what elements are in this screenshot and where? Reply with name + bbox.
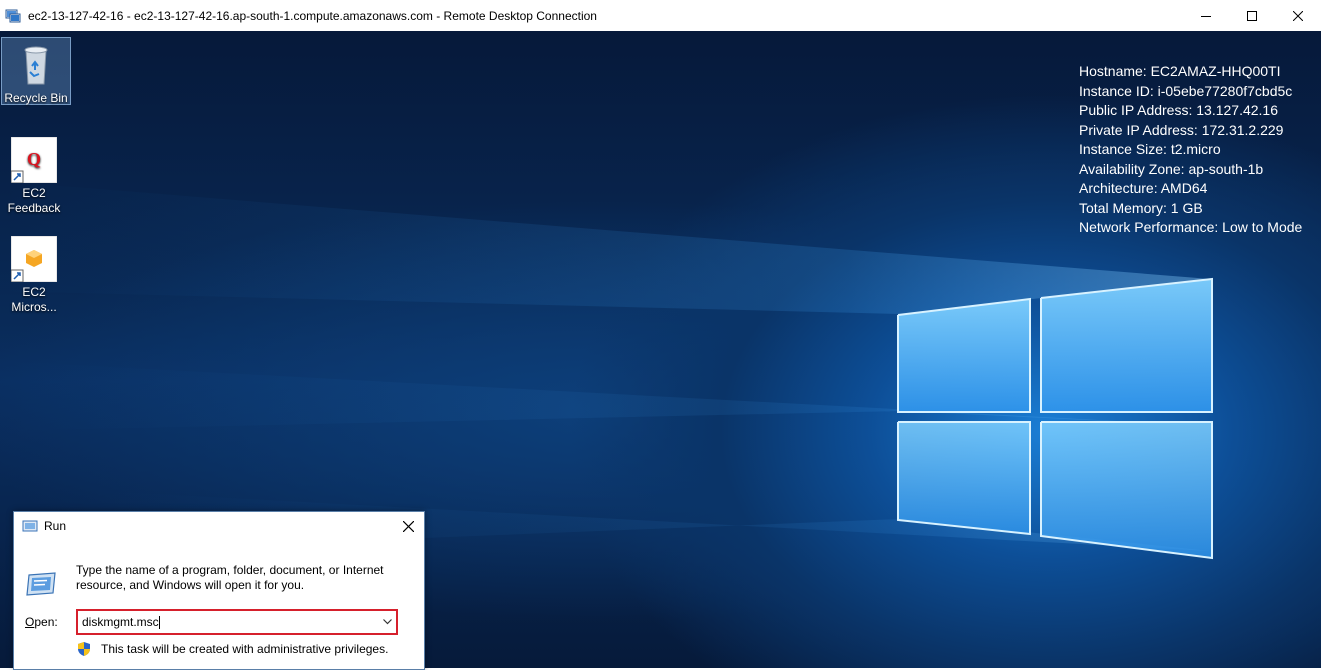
open-input[interactable]: diskmgmt.msc <box>78 615 378 630</box>
admin-privileges-text: This task will be created with administr… <box>101 642 389 656</box>
bginfo-total-memory: Total Memory: 1 GB <box>1079 199 1203 216</box>
close-icon <box>402 520 414 532</box>
close-button[interactable] <box>1275 0 1321 31</box>
run-dialog-title: Run <box>44 519 67 533</box>
bginfo-architecture: Architecture: AMD64 <box>1079 180 1208 196</box>
minimize-icon <box>1201 15 1211 17</box>
chevron-down-icon <box>382 619 392 625</box>
bginfo-public-ip: Public IP Address: 13.127.42.16 <box>1079 102 1278 118</box>
combobox-dropdown-button[interactable] <box>378 619 396 625</box>
bginfo-private-ip: Private IP Address: 172.31.2.229 <box>1079 121 1284 138</box>
maximize-button[interactable] <box>1229 0 1275 31</box>
run-close-button[interactable] <box>398 516 418 536</box>
ec2-feedback-icon: Q <box>10 136 58 184</box>
window-titlebar[interactable]: ec2-13-127-42-16 - ec2-13-127-42-16.ap-s… <box>0 0 1321 31</box>
run-dialog[interactable]: Run Type the name of a program, folder, … <box>13 511 425 670</box>
remote-desktop-icon <box>5 8 21 24</box>
desktop-icon-label: Recycle Bin <box>4 91 68 105</box>
bginfo-network-performance: Network Performance: Low to Mode <box>1079 219 1303 235</box>
bginfo-hostname: Hostname: EC2AMAZ-HHQ00TI <box>1079 63 1281 79</box>
desktop-icon-ec2-feedback[interactable]: Q EC2 Feedback <box>0 136 68 216</box>
window-title: ec2-13-127-42-16 - ec2-13-127-42-16.ap-s… <box>28 8 597 23</box>
bginfo-panel: Hostname: EC2AMAZ-HHQ00TI Instance ID: i… <box>1079 62 1302 238</box>
run-dialog-titlebar[interactable]: Run <box>14 512 424 540</box>
uac-shield-icon <box>76 641 92 657</box>
open-label: Open: <box>25 615 58 629</box>
ec2-microsoft-icon <box>10 235 58 283</box>
desktop-icon-recycle-bin[interactable]: Recycle Bin <box>1 37 71 105</box>
admin-privileges-note: This task will be created with administr… <box>76 641 388 657</box>
close-icon <box>1293 10 1303 21</box>
run-icon <box>22 519 38 533</box>
minimize-button[interactable] <box>1183 0 1229 31</box>
bginfo-instance-size: Instance Size: t2.micro <box>1079 141 1221 157</box>
bginfo-instance-id: Instance ID: i-05ebe77280f7cbd5c <box>1079 82 1293 99</box>
desktop-icon-label: EC2 Micros... <box>11 285 57 314</box>
run-program-icon <box>25 567 57 599</box>
svg-text:Q: Q <box>27 149 41 169</box>
run-description: Type the name of a program, folder, docu… <box>76 563 384 592</box>
desktop-icon-label: EC2 Feedback <box>7 186 61 215</box>
open-combobox[interactable]: diskmgmt.msc <box>76 609 398 635</box>
maximize-icon <box>1247 10 1257 21</box>
recycle-bin-icon <box>13 42 59 88</box>
desktop-icon-ec2-microsoft[interactable]: EC2 Micros... <box>0 235 68 315</box>
bginfo-availability-zone: Availability Zone: ap-south-1b <box>1079 160 1264 177</box>
